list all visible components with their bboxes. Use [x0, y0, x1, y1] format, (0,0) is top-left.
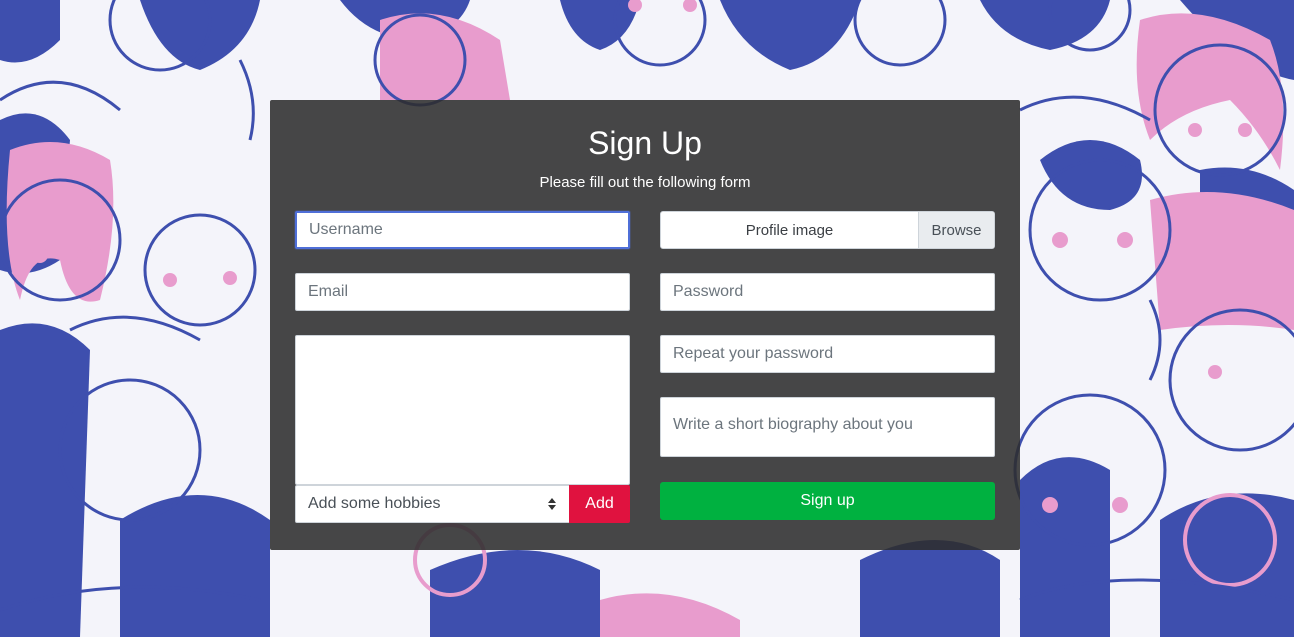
- profile-image-file-input[interactable]: Profile image Browse: [660, 211, 995, 249]
- select-arrows-icon: [547, 497, 557, 511]
- signup-button[interactable]: Sign up: [660, 482, 995, 520]
- hobbies-list[interactable]: [295, 335, 630, 485]
- email-input[interactable]: [295, 273, 630, 311]
- password-input[interactable]: [660, 273, 995, 311]
- signup-panel: Sign Up Please fill out the following fo…: [270, 100, 1020, 550]
- form-subtitle: Please fill out the following form: [539, 174, 751, 191]
- page-title: Sign Up: [588, 125, 702, 161]
- hobby-select-value: Add some hobbies: [308, 495, 441, 512]
- username-input[interactable]: [295, 211, 630, 249]
- add-hobby-button[interactable]: Add: [569, 485, 630, 523]
- repeat-password-input[interactable]: [660, 335, 995, 373]
- profile-image-label: Profile image: [745, 221, 834, 239]
- biography-textarea[interactable]: [660, 397, 995, 457]
- hobby-select[interactable]: Add some hobbies: [295, 485, 570, 523]
- browse-button[interactable]: Browse: [918, 212, 994, 248]
